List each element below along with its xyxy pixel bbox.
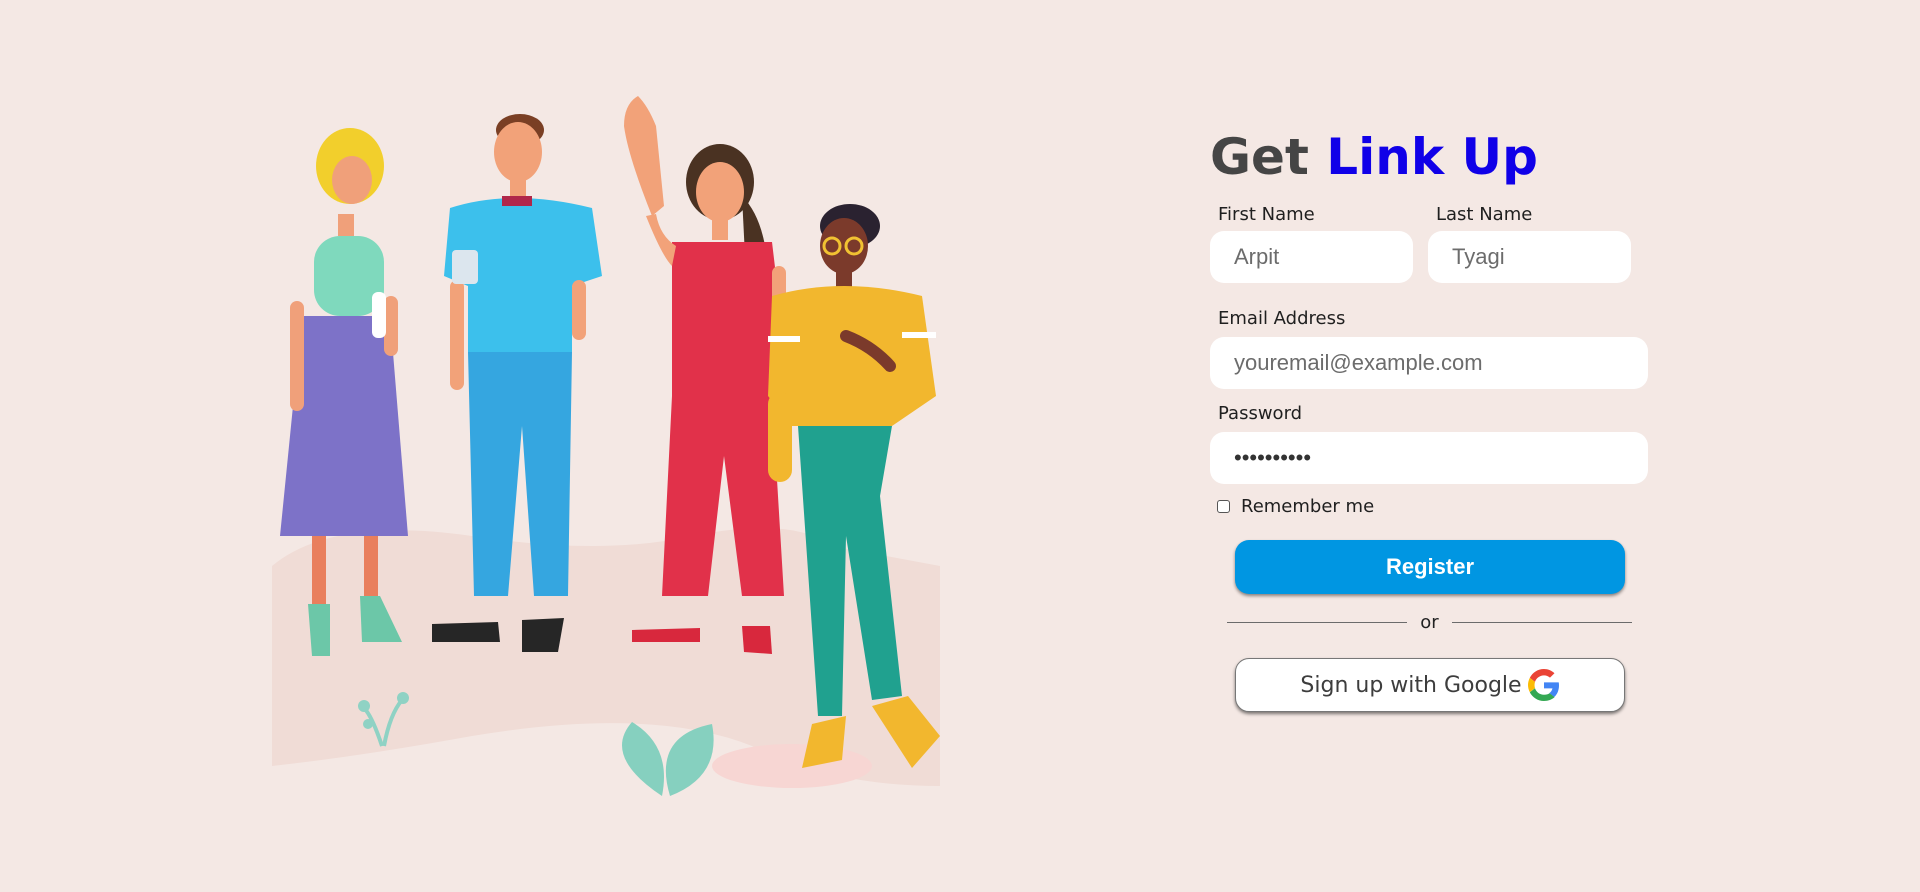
remember-me-row: Remember me [1210, 494, 1670, 518]
people-illustration [272, 96, 940, 812]
password-label: Password [1218, 403, 1303, 424]
email-group: Email Address [1210, 308, 1670, 389]
people-illustration-svg [272, 96, 940, 796]
name-row: First Name Last Name [1210, 204, 1670, 294]
email-input[interactable] [1210, 337, 1648, 389]
register-button[interactable]: Register [1235, 540, 1625, 594]
title-accent: Link Up [1326, 128, 1538, 186]
google-g-icon [1527, 669, 1560, 701]
first-name-input[interactable] [1210, 231, 1413, 283]
or-divider: or [1227, 608, 1633, 636]
password-input[interactable] [1210, 432, 1648, 484]
google-signup-button[interactable]: Sign up with Google [1235, 658, 1625, 712]
google-signup-label: Sign up with Google [1300, 672, 1522, 698]
signup-page: Get Link Up First Name Last Name Email A… [0, 0, 1920, 892]
remember-me-checkbox[interactable] [1217, 499, 1230, 513]
remember-me-label: Remember me [1241, 495, 1375, 517]
signup-form: Get Link Up First Name Last Name Email A… [1210, 120, 1670, 712]
divider-line-right [1451, 621, 1633, 623]
email-label: Email Address [1218, 308, 1346, 329]
first-name-label: First Name [1218, 204, 1315, 225]
first-name-group: First Name [1210, 204, 1413, 283]
title-prefix: Get [1210, 128, 1309, 186]
last-name-label: Last Name [1436, 204, 1533, 225]
last-name-input[interactable] [1428, 231, 1631, 283]
password-group: Password [1210, 403, 1670, 484]
divider-line-left [1227, 621, 1408, 623]
last-name-group: Last Name [1428, 204, 1631, 283]
divider-text: or [1420, 611, 1439, 633]
plant-leaves [622, 722, 714, 796]
page-title: Get Link Up [1210, 120, 1670, 194]
